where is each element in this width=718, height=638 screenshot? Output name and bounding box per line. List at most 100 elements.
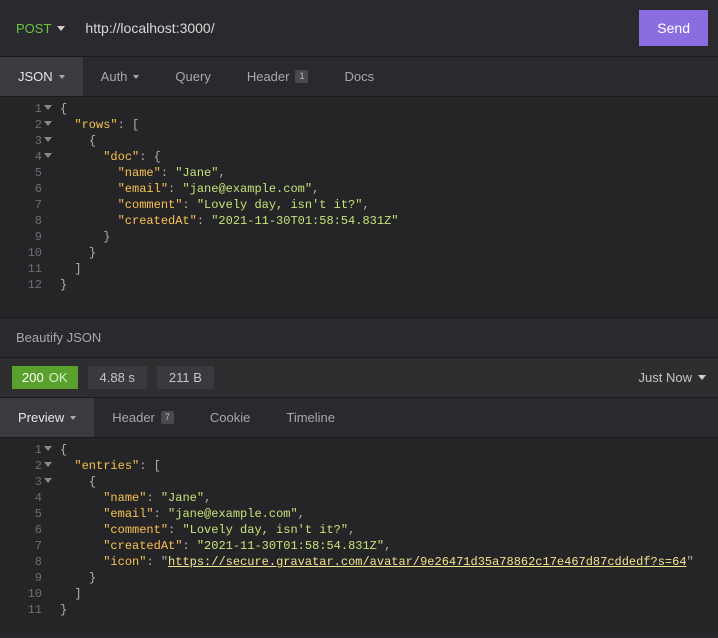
tab-body[interactable]: JSON	[0, 57, 83, 96]
code-content: "name": "Jane",	[52, 165, 226, 181]
url-bar: POST Send	[0, 0, 718, 57]
request-tabs: JSON Auth Query Header 1 Docs	[0, 57, 718, 97]
line-number: 11	[0, 602, 52, 618]
code-content: {	[52, 442, 67, 458]
fold-toggle-icon[interactable]	[44, 478, 52, 483]
line-number: 1	[0, 101, 52, 117]
code-content: "entries": [	[52, 458, 161, 474]
code-line: 4 "doc": {	[0, 149, 718, 165]
code-line: 2 "entries": [	[0, 458, 718, 474]
line-number: 4	[0, 149, 52, 165]
code-line: 6 "email": "jane@example.com",	[0, 181, 718, 197]
code-content: "rows": [	[52, 117, 139, 133]
tab-response-header-label: Header	[112, 410, 155, 425]
code-line: 2 "rows": [	[0, 117, 718, 133]
tab-query[interactable]: Query	[157, 57, 228, 96]
code-line: 11 ]	[0, 261, 718, 277]
line-number: 10	[0, 586, 52, 602]
tab-docs-label: Docs	[344, 69, 374, 84]
code-content: ]	[52, 261, 82, 277]
caret-down-icon	[57, 26, 65, 31]
code-line: 8 "createdAt": "2021-11-30T01:58:54.831Z…	[0, 213, 718, 229]
tab-body-label: JSON	[18, 69, 53, 84]
request-body-editor[interactable]: 1{2 "rows": [3 {4 "doc": {5 "name": "Jan…	[0, 97, 718, 317]
fold-toggle-icon[interactable]	[44, 153, 52, 158]
code-content: "email": "jane@example.com",	[52, 181, 319, 197]
response-tabs: Preview Header 7 Cookie Timeline	[0, 398, 718, 438]
code-content: "createdAt": "2021-11-30T01:58:54.831Z",	[52, 538, 391, 554]
fold-toggle-icon[interactable]	[44, 121, 52, 126]
line-number: 12	[0, 277, 52, 293]
history-dropdown[interactable]: Just Now	[639, 370, 706, 385]
line-number: 3	[0, 133, 52, 149]
code-line: 10 ]	[0, 586, 718, 602]
tab-cookie[interactable]: Cookie	[192, 398, 268, 437]
response-time: 4.88 s	[88, 366, 147, 389]
caret-down-icon	[70, 416, 76, 420]
tab-cookie-label: Cookie	[210, 410, 250, 425]
code-line: 7 "createdAt": "2021-11-30T01:58:54.831Z…	[0, 538, 718, 554]
tab-response-header[interactable]: Header 7	[94, 398, 192, 437]
line-number: 7	[0, 538, 52, 554]
tab-header-label: Header	[247, 69, 290, 84]
line-number: 6	[0, 522, 52, 538]
response-status-bar: 200 OK 4.88 s 211 B Just Now	[0, 358, 718, 398]
code-line: 3 {	[0, 474, 718, 490]
url-input[interactable]	[81, 14, 629, 42]
response-body-viewer[interactable]: 1{2 "entries": [3 {4 "name": "Jane",5 "e…	[0, 438, 718, 633]
code-content: }	[52, 570, 96, 586]
method-label: POST	[16, 21, 51, 36]
code-content: }	[52, 229, 110, 245]
header-count-badge: 1	[295, 70, 308, 83]
code-line: 5 "email": "jane@example.com",	[0, 506, 718, 522]
tab-docs[interactable]: Docs	[326, 57, 392, 96]
line-number: 2	[0, 458, 52, 474]
line-number: 8	[0, 213, 52, 229]
code-content: {	[52, 101, 67, 117]
code-line: 9 }	[0, 570, 718, 586]
line-number: 5	[0, 165, 52, 181]
tab-auth[interactable]: Auth	[83, 57, 158, 96]
status-code: 200	[22, 370, 44, 385]
tab-query-label: Query	[175, 69, 210, 84]
code-line: 9 }	[0, 229, 718, 245]
code-line: 1{	[0, 101, 718, 117]
tab-header[interactable]: Header 1	[229, 57, 327, 96]
tab-preview[interactable]: Preview	[0, 398, 94, 437]
code-line: 5 "name": "Jane",	[0, 165, 718, 181]
line-number: 10	[0, 245, 52, 261]
tab-preview-label: Preview	[18, 410, 64, 425]
method-select[interactable]: POST	[10, 17, 71, 40]
line-number: 8	[0, 554, 52, 570]
caret-down-icon	[698, 375, 706, 380]
code-line: 4 "name": "Jane",	[0, 490, 718, 506]
line-number: 7	[0, 197, 52, 213]
code-content: {	[52, 474, 96, 490]
code-line: 7 "comment": "Lovely day, isn't it?",	[0, 197, 718, 213]
fold-toggle-icon[interactable]	[44, 105, 52, 110]
line-number: 9	[0, 570, 52, 586]
code-content: {	[52, 133, 96, 149]
history-label: Just Now	[639, 370, 692, 385]
line-number: 5	[0, 506, 52, 522]
beautify-json-button[interactable]: Beautify JSON	[0, 317, 718, 358]
line-number: 3	[0, 474, 52, 490]
code-content: "doc": {	[52, 149, 161, 165]
tab-timeline[interactable]: Timeline	[268, 398, 353, 437]
code-content: }	[52, 245, 96, 261]
response-size: 211 B	[157, 366, 214, 389]
code-content: "icon": "https://secure.gravatar.com/ava…	[52, 554, 694, 570]
code-content: "email": "jane@example.com",	[52, 506, 305, 522]
code-line: 3 {	[0, 133, 718, 149]
code-line: 1{	[0, 442, 718, 458]
code-line: 11}	[0, 602, 718, 618]
code-content: }	[52, 277, 67, 293]
send-button[interactable]: Send	[639, 10, 708, 46]
fold-toggle-icon[interactable]	[44, 462, 52, 467]
line-number: 9	[0, 229, 52, 245]
fold-toggle-icon[interactable]	[44, 446, 52, 451]
line-number: 11	[0, 261, 52, 277]
fold-toggle-icon[interactable]	[44, 137, 52, 142]
caret-down-icon	[133, 75, 139, 79]
caret-down-icon	[59, 75, 65, 79]
